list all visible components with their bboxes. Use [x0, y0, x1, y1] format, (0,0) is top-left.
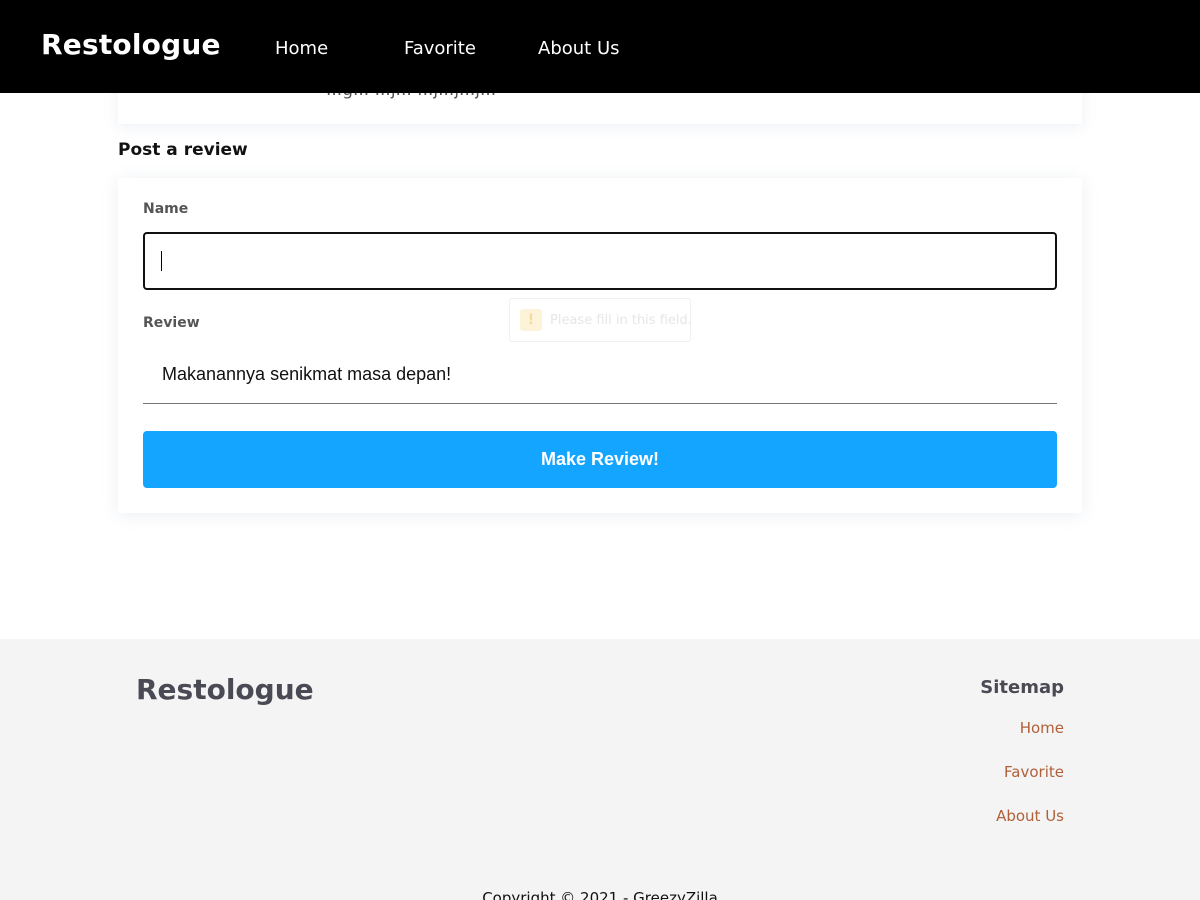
validation-tooltip: ! Please fill in this field.: [509, 298, 692, 342]
review-input[interactable]: [143, 346, 1057, 404]
name-label: Name: [143, 201, 189, 217]
text-caret: [161, 251, 162, 271]
footer-brand: Restologue: [136, 673, 314, 706]
nav-about-us[interactable]: About Us: [538, 38, 620, 59]
nav-favorite[interactable]: Favorite: [404, 38, 476, 59]
validation-tooltip-text: Please fill in this field.: [550, 313, 692, 328]
sitemap-link-favorite[interactable]: Favorite: [1004, 763, 1064, 781]
top-navbar: Restologue Home Favorite About Us: [0, 0, 1200, 93]
sitemap-link-about-us[interactable]: About Us: [996, 807, 1064, 825]
review-label: Review: [143, 315, 200, 331]
sitemap-title: Sitemap: [980, 677, 1064, 698]
nav-home[interactable]: Home: [275, 38, 328, 59]
brand-logo[interactable]: Restologue: [41, 28, 221, 61]
sitemap-link-home[interactable]: Home: [1020, 719, 1064, 737]
post-review-title: Post a review: [118, 140, 248, 160]
name-input[interactable]: [143, 232, 1057, 290]
warning-icon: !: [520, 309, 542, 331]
copyright-text: Copyright © 2021 - GreezyZilla: [482, 889, 718, 900]
make-review-button[interactable]: Make Review!: [143, 431, 1057, 488]
footer: Restologue Sitemap Home Favorite About U…: [0, 639, 1200, 900]
review-form-card: Name Review ! Please fill in this field.…: [118, 178, 1082, 513]
